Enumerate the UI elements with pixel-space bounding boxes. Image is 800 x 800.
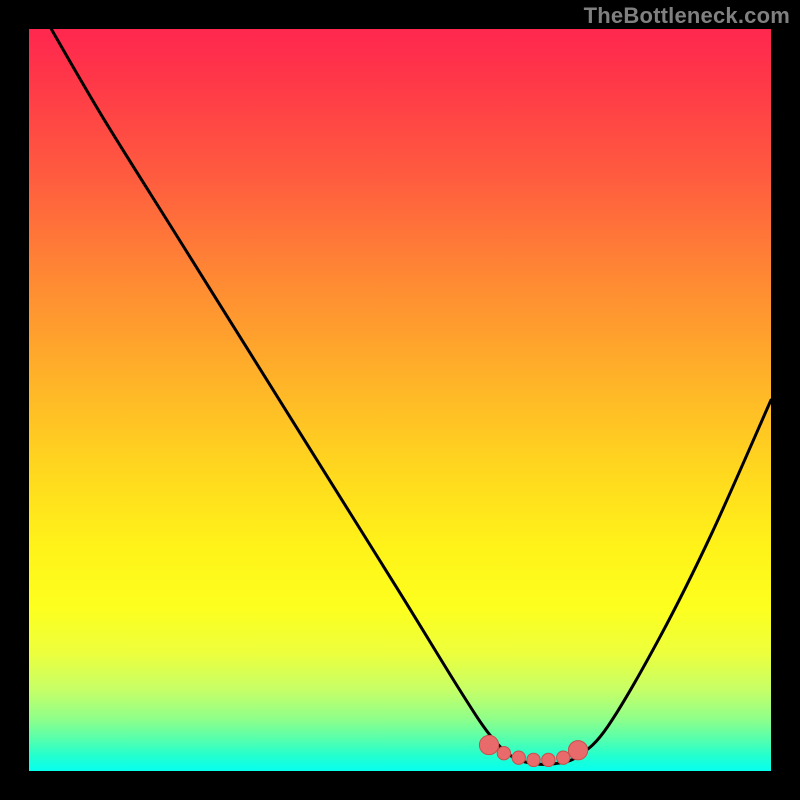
chart-svg — [0, 0, 800, 800]
chart-frame: TheBottleneck.com — [0, 0, 800, 800]
sweet-spot-right — [568, 741, 587, 760]
sweet-spot-3 — [527, 753, 540, 766]
sweet-spot-2 — [512, 751, 525, 764]
sweet-spot-markers — [479, 735, 587, 766]
sweet-spot-5 — [557, 751, 570, 764]
sweet-spot-4 — [542, 753, 555, 766]
sweet-spot-1 — [497, 747, 510, 760]
sweet-spot-left — [479, 735, 498, 754]
watermark-text: TheBottleneck.com — [584, 3, 790, 29]
bottleneck-curve — [51, 29, 771, 765]
curve-group — [51, 29, 771, 765]
